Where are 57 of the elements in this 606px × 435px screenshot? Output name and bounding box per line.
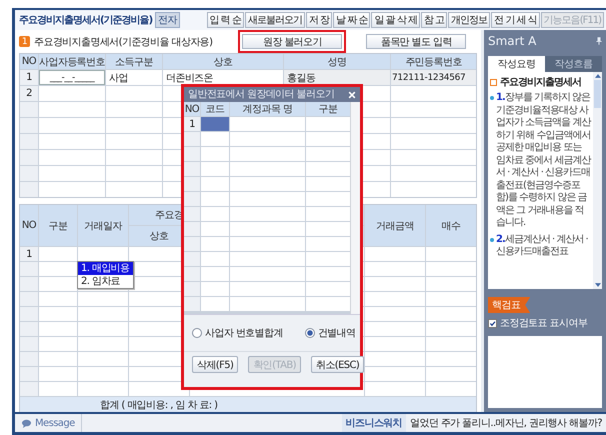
panel-tab[interactable]: 작성흐름 — [545, 56, 602, 72]
column-header: 소득구분 — [106, 54, 162, 69]
toolbar-button[interactable]: 저 장 — [306, 12, 332, 28]
message-button[interactable]: Message — [15, 414, 82, 432]
toolbar-button[interactable]: 전 기 세 식 — [491, 12, 540, 28]
column-header: NO — [20, 205, 38, 246]
panel-title: Smart A — [488, 34, 536, 48]
panel-tab[interactable]: 작성요령 — [488, 56, 545, 72]
electronic-badge: 전자 — [155, 12, 180, 28]
radio-option[interactable]: 사업자 번호별합계 — [192, 326, 283, 340]
toolbar-button[interactable]: 개인정보 — [448, 12, 490, 28]
window-title: 주요경비지출명세서(기준경비율) — [19, 14, 152, 27]
toolbar-button[interactable]: 새로불러오기 — [244, 12, 305, 28]
checkbox-option[interactable]: 조정검토표 표시여부 — [488, 316, 602, 330]
column-header: NO — [20, 54, 38, 69]
section-title: 주요경비지출명세서(기준경비율 대상자용) — [34, 36, 212, 48]
guide-paragraph: 2.세금계산서 · 계산서 · 신용카드매출전표 — [496, 234, 589, 258]
news-source-label: 비즈니스워치 — [342, 414, 406, 432]
dialog-title: 일반전표에서 원장데이터 불러오기 — [188, 88, 334, 100]
toolbar-button[interactable]: 일 괄 삭 제 — [371, 12, 420, 28]
row-number: 1 — [20, 70, 38, 85]
table-cell[interactable]: ___-__-_____ — [39, 70, 105, 85]
total-label: 합계 ( 매입비용: , 임 차 료: ) — [100, 398, 218, 412]
row-number: 1 — [184, 117, 200, 131]
column-header: 거래금액 — [365, 205, 425, 246]
column-header: 주민등록번호 — [391, 54, 476, 69]
news-headline[interactable]: 얼었던 주가 풀리니..메자닌, 권리행사 해볼까? — [406, 416, 606, 430]
dropdown-option[interactable]: 1. 매입비용 — [78, 262, 133, 275]
dialog-button[interactable]: 삭제(F5) — [192, 356, 238, 373]
column-header: 구분 — [39, 205, 77, 246]
radio-option[interactable]: 건별내역 — [304, 326, 356, 340]
table-cell[interactable]: 사업 — [106, 70, 162, 85]
action-button[interactable]: 원장 불러오기 — [242, 34, 342, 49]
toolbar-button[interactable]: 참 고 — [420, 12, 448, 28]
table-cell[interactable]: 더존비즈온 — [163, 70, 283, 85]
ribbon-tag: 핵검표 — [488, 297, 530, 313]
table-cell[interactable]: 홍길동 — [284, 70, 390, 85]
column-header: 사업자등록번호 — [39, 54, 105, 69]
column-header: 상호 — [163, 54, 283, 69]
column-header: 코드 — [201, 102, 229, 116]
dropdown-option[interactable]: 2. 임차료 — [78, 275, 133, 288]
dialog-button[interactable]: 취소(ESC) — [310, 356, 364, 373]
guide-paragraph: 1.장부를 기록하지 않은 기준경비율적용대상 사업자가 소득금액을 계산하기 위해 수입금액에서 공제한 매입비용 또는 임차료 중에서 세금계산서 · 계산서 · 신용카드매출전표(현금영수증포함)를 수령하지 않은 금액은 그 거래내용을 적습니다. — [496, 92, 591, 230]
row-number: 1 — [20, 247, 38, 261]
toolbar-button[interactable]: 날 짜 순 — [333, 12, 370, 28]
action-button[interactable]: 품목만 별도 입력 — [366, 34, 466, 49]
guide-heading: 주요경비지출명세서 — [500, 76, 581, 89]
column-header: 성명 — [284, 54, 390, 69]
row-number: 2 — [20, 86, 38, 101]
column-header: NO — [184, 102, 200, 116]
column-header: 매수 — [426, 205, 476, 246]
column-header: 구분 — [306, 102, 350, 116]
column-header: 계정과목 명 — [230, 102, 305, 116]
section-number: 1 — [19, 36, 30, 47]
column-header: 거래일자 — [78, 205, 128, 246]
toolbar-button[interactable]: 입 력 순 — [206, 12, 244, 28]
table-cell[interactable]: 712111-1234567 — [391, 70, 476, 85]
